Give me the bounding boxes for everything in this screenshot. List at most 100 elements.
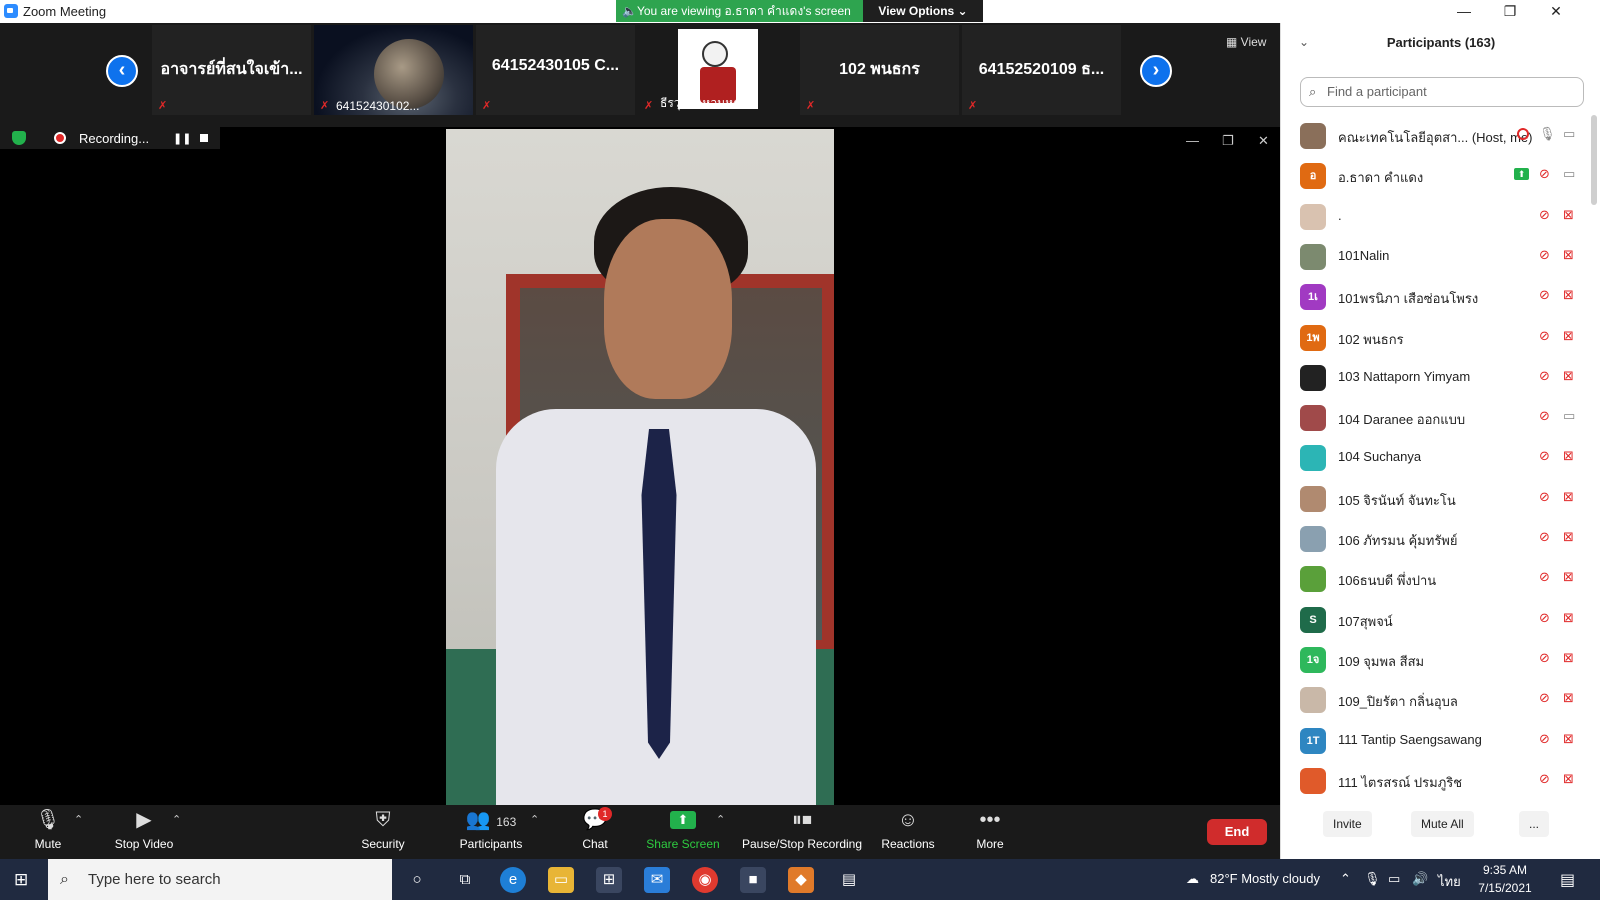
- participant-row[interactable]: 106 ภัทรมน คุ้มทรัพย์ ⊘ ⊠: [1281, 518, 1591, 559]
- view-options-button[interactable]: View Options ⌄: [863, 0, 983, 22]
- show-hidden-icons-caret[interactable]: ⌃: [1340, 871, 1351, 887]
- weather-cloud-icon[interactable]: ☁: [1186, 871, 1199, 887]
- search-placeholder: Find a participant: [1327, 84, 1427, 99]
- participant-row[interactable]: 109_ปิยรัตา กลิ่นอุบล ⊘ ⊠: [1281, 679, 1591, 720]
- pause-stop-recording-button[interactable]: ⏸⏹ Pause/Stop Recording: [740, 809, 864, 851]
- video-off-icon: ⊠: [1563, 287, 1574, 303]
- task-view-icon[interactable]: ⧉: [452, 867, 478, 893]
- mute-button[interactable]: 🎙 Mute: [28, 809, 68, 851]
- weather-text[interactable]: 82°F Mostly cloudy: [1210, 871, 1320, 886]
- mute-all-button[interactable]: Mute All: [1411, 811, 1474, 837]
- video-close-icon[interactable]: ✕: [1258, 133, 1269, 149]
- windows-start-icon[interactable]: ⊞: [14, 871, 32, 889]
- clock-date[interactable]: 7/15/2021: [1470, 881, 1540, 895]
- audio-options-caret-icon[interactable]: ⌃: [74, 813, 83, 826]
- volume-icon[interactable]: 🔊: [1412, 871, 1428, 887]
- video-restore-icon[interactable]: ❐: [1222, 133, 1234, 149]
- panel-more-button[interactable]: ...: [1519, 811, 1550, 837]
- cortana-icon[interactable]: ○: [404, 867, 430, 893]
- reactions-label: Reactions: [881, 837, 935, 851]
- taskbar-search-input[interactable]: ⌕ Type here to search: [48, 859, 392, 900]
- share-screen-icon: ⬆: [670, 811, 696, 829]
- microphone-icon: 🎙: [1539, 126, 1556, 141]
- maximize-icon[interactable]: ❐: [1487, 0, 1533, 23]
- participant-row[interactable]: คณะเทคโนโลยีอุตสา... (Host, me) 🎙 ▭: [1281, 115, 1591, 156]
- mic-muted-icon: ⊘: [1539, 206, 1550, 222]
- next-page-arrow-icon[interactable]: ›: [1140, 55, 1172, 87]
- recording-bar: Recording... ❚❚: [0, 127, 220, 149]
- video-off-icon: ⊠: [1563, 609, 1574, 625]
- participant-row[interactable]: 1เ 101พรนิภา เสือซ่อนโพรง ⊘ ⊠: [1281, 276, 1591, 317]
- participant-row[interactable]: 1T 111 Tantip Saengsawang ⊘ ⊠: [1281, 720, 1591, 761]
- participant-row[interactable]: 111 ไตรสรณ์ ปรมภูริช ⊘ ⊠: [1281, 760, 1591, 801]
- reactions-button[interactable]: ☺ Reactions: [880, 809, 936, 851]
- participants-options-caret-icon[interactable]: ⌃: [530, 813, 539, 826]
- edge-icon[interactable]: e: [500, 867, 526, 893]
- previous-page-arrow-icon[interactable]: ‹: [106, 55, 138, 87]
- video-thumbnail[interactable]: 64152520109 ธ... ✗: [962, 25, 1121, 115]
- microsoft-store-icon[interactable]: ⊞: [596, 867, 622, 893]
- view-button[interactable]: ▦ View: [1226, 35, 1266, 49]
- mic-muted-icon: ⊘: [1539, 327, 1550, 343]
- security-button[interactable]: ⛨ Security: [358, 809, 408, 851]
- participant-search-input[interactable]: ⌕ Find a participant: [1300, 77, 1584, 107]
- participant-avatar: S: [1300, 606, 1326, 633]
- more-button[interactable]: ••• More: [970, 809, 1010, 851]
- clock-time[interactable]: 9:35 AM: [1470, 863, 1540, 877]
- participant-row[interactable]: 105 จิรนันท์ จันทะโน ⊘ ⊠: [1281, 478, 1591, 519]
- mic-muted-icon: ⊘: [1539, 649, 1550, 665]
- stop-recording-icon[interactable]: [200, 134, 208, 142]
- video-off-icon: ⊠: [1563, 690, 1574, 706]
- share-options-caret-icon[interactable]: ⌃: [716, 813, 725, 826]
- participants-count: 163: [496, 815, 517, 829]
- participant-row[interactable]: 104 Daranee ออกแบบ ⊘ ▭: [1281, 397, 1591, 438]
- mic-muted-icon: ⊘: [1539, 529, 1550, 544]
- participant-row[interactable]: อ อ.ธาดา คำแดง ⬆ ⊘ ▭: [1281, 155, 1591, 196]
- video-thumbnail[interactable]: ✗ ธีรวุฒิ แหวนหล่อ: [638, 25, 797, 115]
- flag-app-icon[interactable]: ▤: [836, 867, 862, 893]
- participant-row[interactable]: 101Nalin ⊘ ⊠: [1281, 236, 1591, 277]
- participant-list-scrollbar[interactable]: [1591, 115, 1597, 205]
- participants-button[interactable]: 👥 163 Participants: [456, 809, 526, 851]
- participant-row[interactable]: 106ธนบดี พึ่งปาน ⊘ ⊠: [1281, 558, 1591, 599]
- participant-row[interactable]: . ⊘ ⊠: [1281, 196, 1591, 237]
- minimize-icon[interactable]: —: [1441, 0, 1487, 23]
- pause-stop-recording-label: Pause/Stop Recording: [741, 837, 863, 851]
- share-screen-button[interactable]: ⬆ Share Screen: [646, 809, 720, 851]
- participant-row[interactable]: 104 Suchanya ⊘ ⊠: [1281, 437, 1591, 478]
- chrome-icon[interactable]: ◉: [692, 867, 718, 893]
- file-explorer-icon[interactable]: ▭: [548, 867, 574, 893]
- input-language[interactable]: ไทย: [1438, 871, 1461, 892]
- video-thumbnail[interactable]: 102 พนธกร ✗: [800, 25, 959, 115]
- pause-recording-icon[interactable]: ❚❚: [173, 132, 191, 145]
- line-app-icon[interactable]: ◆: [788, 867, 814, 893]
- network-icon[interactable]: ▭: [1388, 871, 1400, 887]
- microphone-tray-icon[interactable]: 🎙: [1364, 871, 1381, 887]
- notification-icon[interactable]: ▤: [1560, 870, 1575, 890]
- stop-video-button[interactable]: ▶ Stop Video: [106, 809, 182, 851]
- video-options-caret-icon[interactable]: ⌃: [172, 813, 181, 826]
- mic-muted-icon: ⊘: [1539, 770, 1550, 786]
- participant-name: คณะเทคโนโลยีอุตสา... (Host, me): [1338, 130, 1533, 145]
- participant-name: 107สุพจน์: [1338, 613, 1393, 629]
- video-minimize-icon[interactable]: —: [1186, 133, 1199, 148]
- video-thumbnail[interactable]: 64152430105 C... ✗: [476, 25, 635, 115]
- close-icon[interactable]: ✕: [1533, 0, 1579, 23]
- video-off-icon: ⊠: [1563, 529, 1574, 544]
- participant-row[interactable]: S 107สุพจน์ ⊘ ⊠: [1281, 599, 1591, 640]
- invite-button[interactable]: Invite: [1323, 811, 1372, 837]
- video-thumbnail[interactable]: อาจารย์ที่สนใจเข้า... ✗: [152, 25, 311, 115]
- pause-stop-recording-icon: ⏸⏹: [792, 809, 812, 831]
- thumbnail-name: 64152520109 ธ...: [978, 61, 1105, 78]
- mail-icon[interactable]: ✉: [644, 867, 670, 893]
- mic-muted-icon: ⊘: [1539, 448, 1550, 464]
- participant-name: 109_ปิยรัตา กลิ่นอุบล: [1338, 694, 1458, 710]
- participant-row[interactable]: 103 Nattaporn Yimyam ⊘ ⊠: [1281, 357, 1591, 398]
- view-label: View: [1240, 35, 1267, 49]
- participant-row[interactable]: 1จ 109 จุมพล สีสม ⊘ ⊠: [1281, 639, 1591, 680]
- zoom-taskbar-icon[interactable]: ■: [740, 867, 766, 893]
- participant-row[interactable]: 1พ 102 พนธกร ⊘ ⊠: [1281, 317, 1591, 358]
- end-meeting-button[interactable]: End: [1207, 819, 1267, 845]
- viewing-screen-banner: 🔈You are viewing อ.ธาดา คำแดง's screen: [616, 0, 863, 22]
- video-thumbnail[interactable]: ✗ 64152430102...: [314, 25, 473, 115]
